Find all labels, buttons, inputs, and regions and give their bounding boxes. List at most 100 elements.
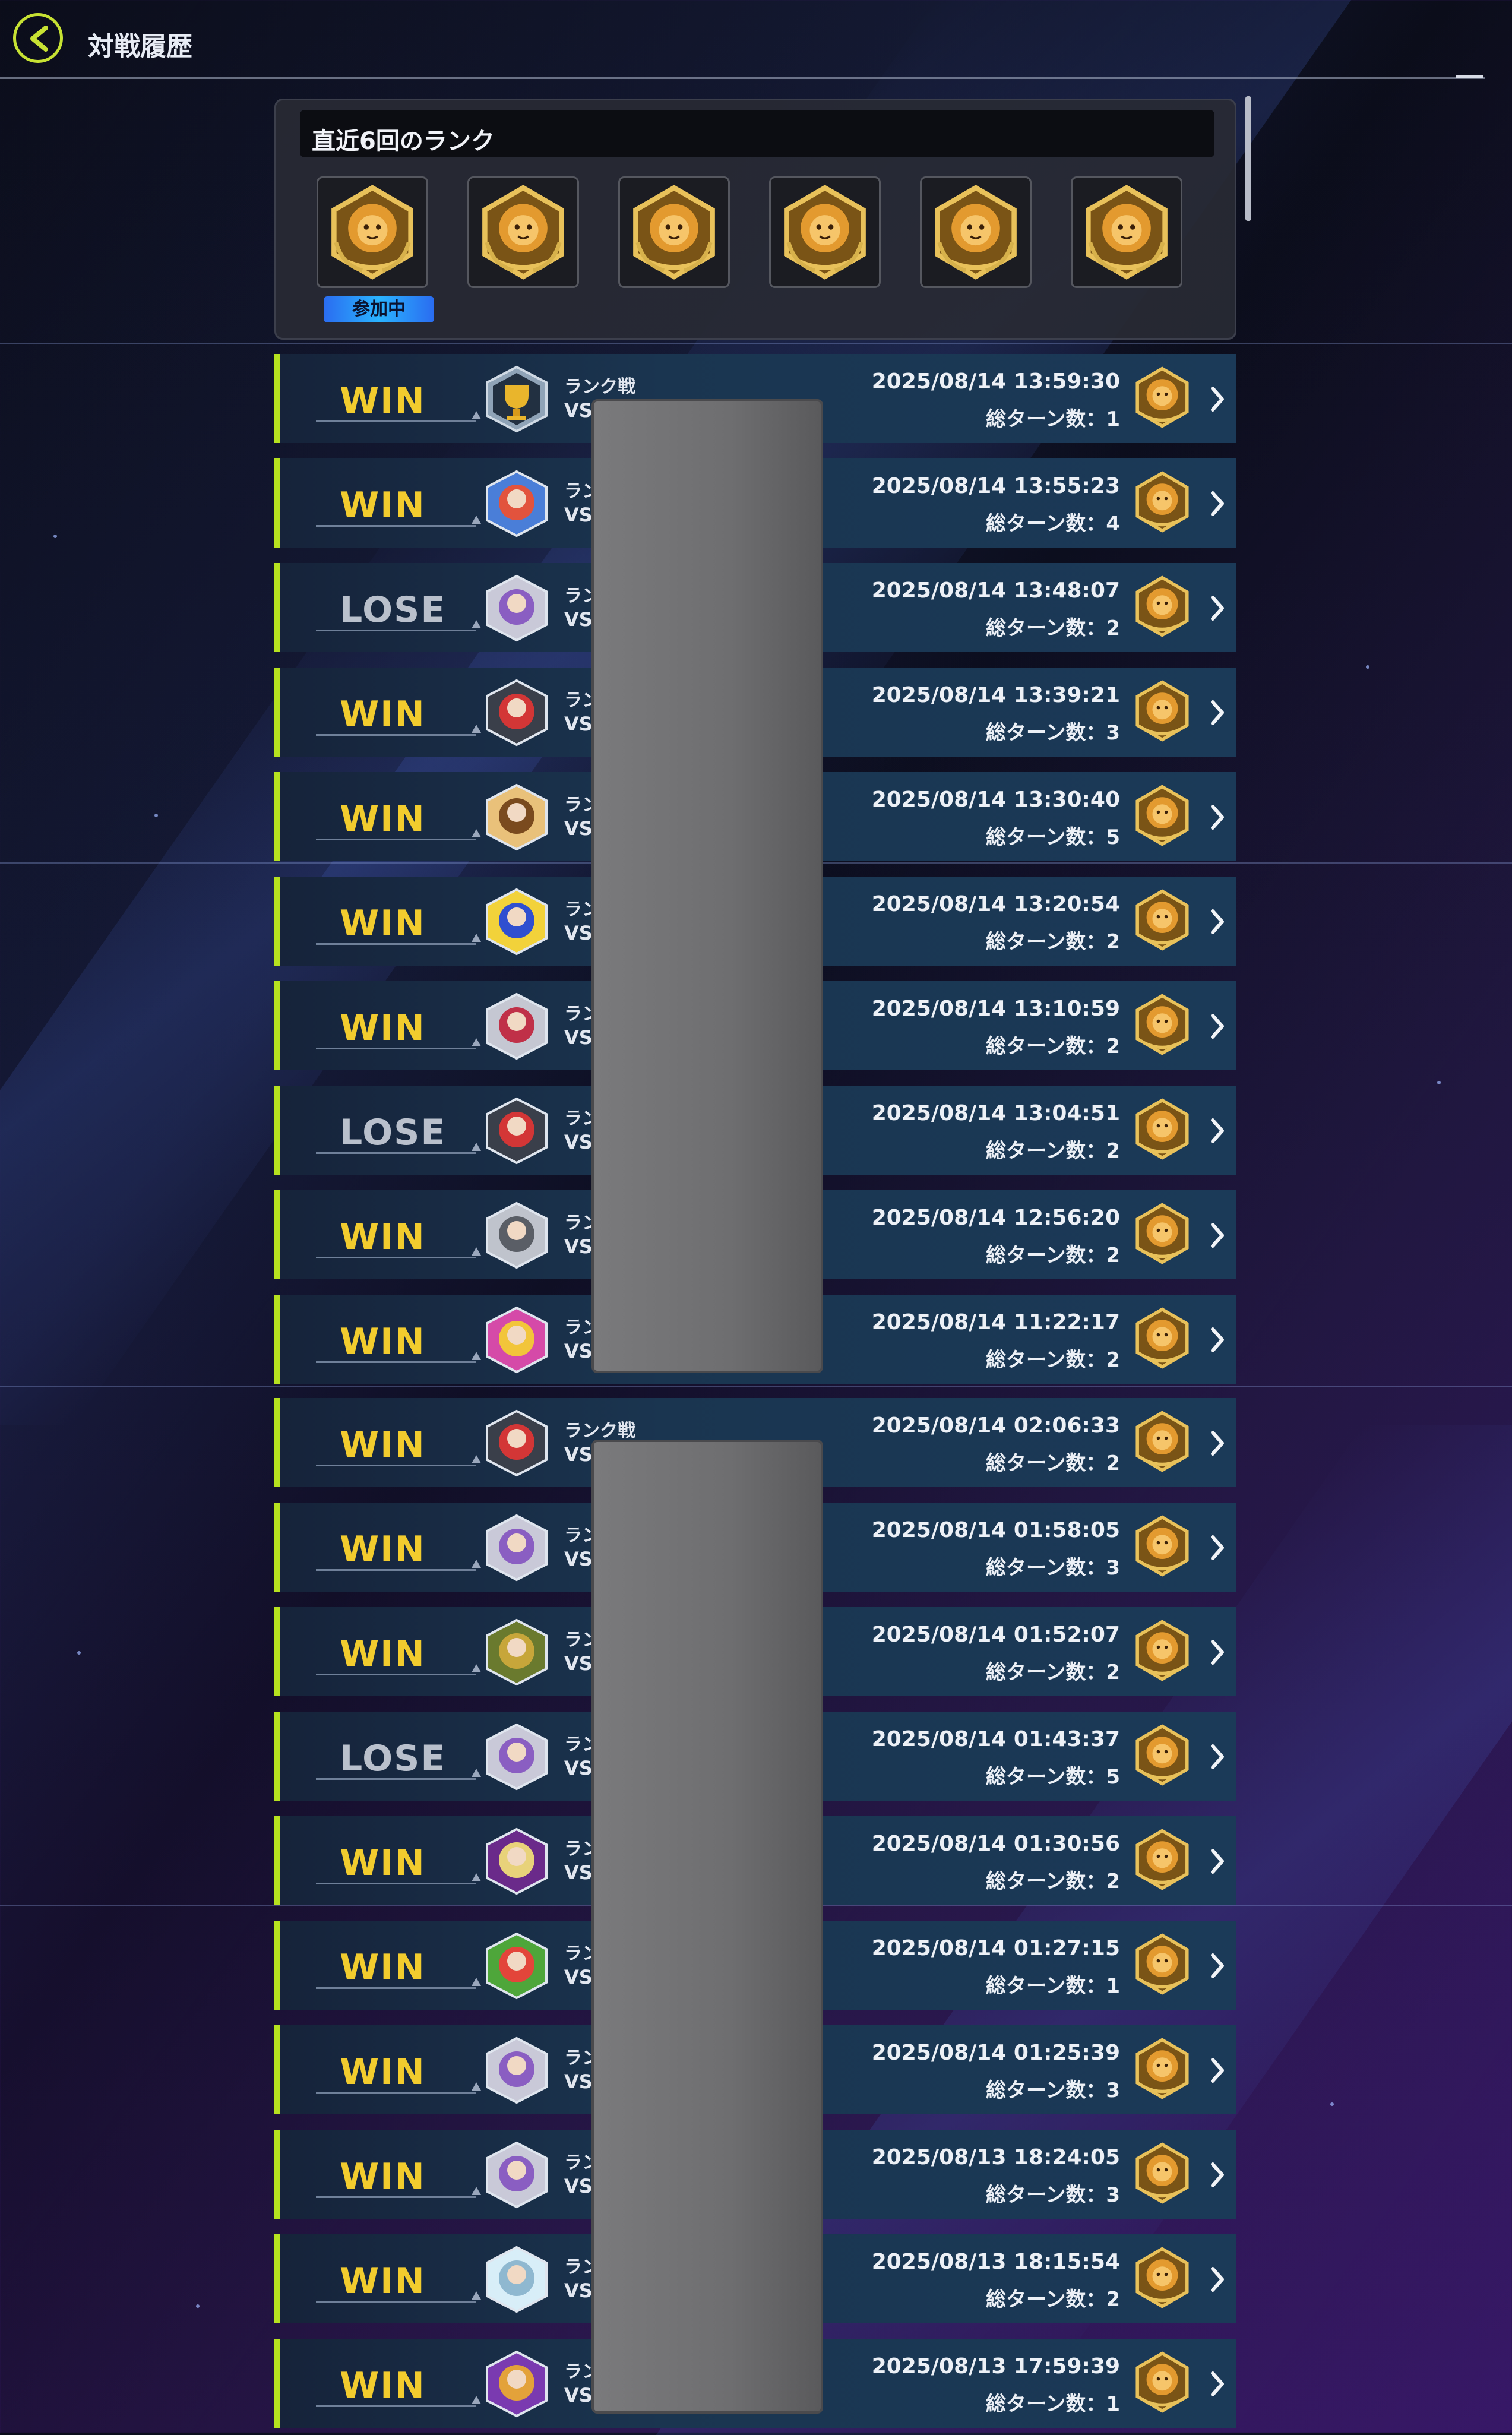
connector-arrow-icon bbox=[472, 829, 481, 837]
rank-medal-icon bbox=[1130, 887, 1195, 955]
chevron-right-icon[interactable] bbox=[1209, 491, 1226, 517]
connector-arrow-icon bbox=[472, 620, 481, 628]
chevron-right-icon[interactable] bbox=[1209, 386, 1226, 412]
match-datetime: 2025/08/14 13:04:51 bbox=[871, 1101, 1120, 1125]
vs-label: VS bbox=[564, 2279, 593, 2302]
character-avatar-icon bbox=[486, 574, 548, 642]
rank-medal-icon bbox=[1130, 2036, 1195, 2104]
participating-badge: 参加中 bbox=[324, 296, 434, 322]
background-star bbox=[1330, 2102, 1334, 2106]
match-datetime: 2025/08/14 13:10:59 bbox=[871, 997, 1120, 1021]
match-mode-label: ランク戦 bbox=[564, 377, 635, 397]
opponent-avatar bbox=[482, 1096, 551, 1165]
redaction-block bbox=[591, 399, 823, 1373]
result-connector bbox=[316, 2196, 476, 2198]
rank-medal-icon bbox=[1130, 678, 1195, 746]
background-star bbox=[196, 2304, 200, 2308]
chevron-right-icon[interactable] bbox=[1209, 595, 1226, 621]
chevron-right-icon[interactable] bbox=[1209, 2371, 1226, 2397]
result-connector bbox=[316, 1883, 476, 1884]
chevron-right-icon[interactable] bbox=[1209, 1327, 1226, 1353]
connector-arrow-icon bbox=[472, 2082, 481, 2091]
result-connector bbox=[316, 420, 476, 422]
character-avatar-icon bbox=[486, 1514, 548, 1582]
match-result: WIN bbox=[340, 2365, 426, 2406]
chevron-right-icon[interactable] bbox=[1209, 1118, 1226, 1144]
character-avatar-icon bbox=[486, 1827, 548, 1895]
opponent-avatar bbox=[482, 1513, 551, 1582]
rank-medal-icon bbox=[1130, 992, 1195, 1060]
opponent-avatar bbox=[482, 1827, 551, 1896]
rank-medal-icon bbox=[331, 185, 413, 280]
rank-medal-slot bbox=[1071, 176, 1182, 288]
background-star bbox=[154, 814, 158, 817]
rank-medal-icon bbox=[784, 185, 866, 280]
match-result: WIN bbox=[340, 1633, 426, 1675]
total-turns: 総ターン数：5 bbox=[986, 826, 1120, 849]
character-avatar-icon bbox=[486, 2350, 548, 2418]
result-connector bbox=[316, 1257, 476, 1258]
vs-label: VS bbox=[564, 2384, 593, 2406]
connector-arrow-icon bbox=[472, 1664, 481, 1672]
vs-label: VS bbox=[564, 1548, 593, 1570]
opponent-avatar bbox=[482, 365, 551, 434]
character-avatar-icon bbox=[486, 2246, 548, 2313]
connector-arrow-icon bbox=[472, 2187, 481, 2195]
chevron-right-icon[interactable] bbox=[1209, 2162, 1226, 2188]
connector-arrow-icon bbox=[472, 2291, 481, 2300]
chevron-right-icon[interactable] bbox=[1209, 804, 1226, 830]
chevron-right-icon[interactable] bbox=[1209, 1430, 1226, 1456]
vs-label: VS bbox=[564, 1861, 593, 1884]
chevron-right-icon[interactable] bbox=[1209, 1013, 1226, 1039]
chevron-right-icon[interactable] bbox=[1209, 909, 1226, 935]
character-avatar-icon bbox=[486, 888, 548, 956]
opponent-avatar bbox=[482, 1305, 551, 1374]
result-connector bbox=[316, 839, 476, 840]
result-connector bbox=[316, 1569, 476, 1571]
opponent-avatar bbox=[482, 2245, 551, 2314]
app-header: 対戦履歴 bbox=[0, 0, 1512, 83]
scrollbar[interactable] bbox=[1245, 96, 1251, 221]
background-star bbox=[77, 1651, 81, 1655]
background-star bbox=[1366, 665, 1369, 669]
back-button[interactable] bbox=[13, 13, 63, 63]
character-avatar-icon bbox=[486, 2036, 548, 2104]
total-turns: 総ターン数：2 bbox=[986, 1870, 1120, 1893]
match-mode-label: ランク戦 bbox=[564, 1421, 635, 1441]
vs-label: VS bbox=[564, 1443, 593, 1466]
opponent-avatar bbox=[482, 1722, 551, 1791]
redaction-block bbox=[591, 1440, 823, 2414]
result-connector bbox=[316, 2092, 476, 2094]
opponent-avatar bbox=[482, 783, 551, 852]
vs-label: VS bbox=[564, 1757, 593, 1779]
chevron-right-icon[interactable] bbox=[1209, 1535, 1226, 1561]
chevron-right-icon[interactable] bbox=[1209, 2057, 1226, 2083]
chevron-right-icon[interactable] bbox=[1209, 1848, 1226, 1874]
chevron-right-icon[interactable] bbox=[1209, 700, 1226, 726]
chevron-right-icon[interactable] bbox=[1209, 1222, 1226, 1248]
result-connector bbox=[316, 1987, 476, 1989]
opponent-avatar bbox=[482, 2036, 551, 2105]
rank-medal-icon bbox=[633, 185, 715, 280]
chevron-right-icon[interactable] bbox=[1209, 2266, 1226, 2292]
match-datetime: 2025/08/14 01:43:37 bbox=[871, 1727, 1120, 1751]
vs-label: VS bbox=[564, 2175, 593, 2197]
total-turns: 総ターン数：1 bbox=[986, 407, 1120, 431]
chevron-right-icon[interactable] bbox=[1209, 1744, 1226, 1770]
total-turns: 総ターン数：2 bbox=[986, 1139, 1120, 1163]
match-datetime: 2025/08/14 01:25:39 bbox=[871, 2041, 1120, 2065]
character-avatar-icon bbox=[486, 783, 548, 851]
match-result: WIN bbox=[340, 1424, 426, 1466]
character-avatar-icon bbox=[486, 1097, 548, 1165]
rank-medal-icon bbox=[1130, 1513, 1195, 1581]
page-title: 対戦履歴 bbox=[88, 31, 192, 62]
chevron-right-icon[interactable] bbox=[1209, 1953, 1226, 1979]
opponent-avatar bbox=[482, 887, 551, 956]
chevron-right-icon[interactable] bbox=[1209, 1639, 1226, 1665]
vs-label: VS bbox=[564, 1026, 593, 1049]
character-avatar-icon bbox=[486, 1306, 548, 1374]
rank-medal-slot bbox=[317, 176, 428, 288]
match-result: WIN bbox=[340, 694, 426, 735]
match-result: LOSE bbox=[340, 1112, 447, 1153]
background-scanline bbox=[0, 1386, 1512, 1387]
